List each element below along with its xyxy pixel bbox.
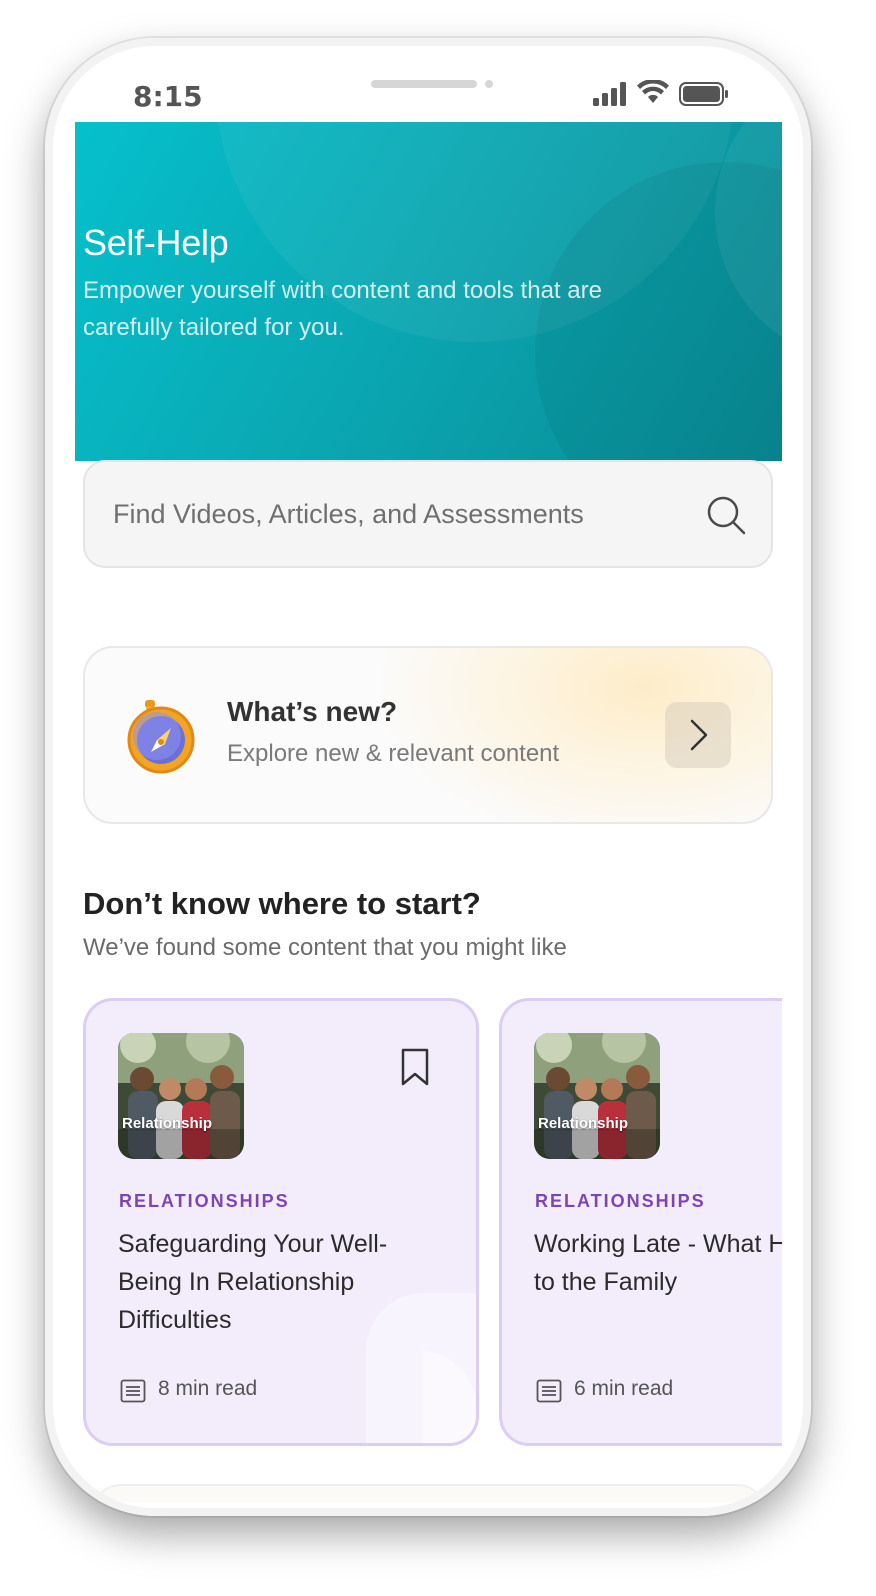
thumbnail-label: Relationship [122, 1115, 213, 1132]
bookmark-icon[interactable] [400, 1047, 430, 1087]
hero-banner: Self-Help Empower yourself with content … [75, 122, 782, 461]
card-thumbnail: Relationship [118, 1033, 244, 1159]
whats-new-card[interactable]: What’s new? Explore new & relevant conte… [83, 646, 773, 824]
speaker-notch [371, 80, 477, 88]
search-icon[interactable] [705, 494, 747, 536]
article-icon [120, 1379, 146, 1403]
whats-new-title: What’s new? [227, 696, 398, 727]
card-title: Safeguarding Your Well-Being In Relation… [118, 1230, 388, 1334]
search-input[interactable] [113, 492, 693, 536]
card-title: Working Late - What Happens to the Famil… [534, 1230, 782, 1296]
card-category: RELATIONSHIPS [119, 1191, 290, 1211]
camera-dot [485, 80, 493, 88]
content-card[interactable]: Relationship RELATIONSHIPS Working Late … [499, 998, 782, 1446]
article-icon [536, 1379, 562, 1403]
next-section-card[interactable] [91, 1484, 767, 1502]
read-time-text: 6 min read [574, 1377, 674, 1400]
signal-icon [593, 82, 626, 106]
card-thumbnail: Relationship [534, 1033, 660, 1159]
whats-new-subtitle: Explore new & relevant content [227, 740, 560, 767]
status-time: 8:15 [133, 80, 203, 113]
status-bar: 8:15 [45, 38, 811, 122]
compass-icon [127, 700, 195, 774]
chevron-right-icon [690, 719, 708, 751]
section-title: Don’t know where to start? [83, 886, 481, 921]
read-time-text: 8 min read [158, 1377, 258, 1400]
whats-new-open-button[interactable] [665, 702, 731, 768]
page-subtitle: Empower yourself with content and tools … [83, 277, 602, 341]
content-card[interactable]: Relationship RELATIONSHIPS Safeguarding … [83, 998, 479, 1446]
section-subtitle: We’ve found some content that you might … [83, 934, 567, 961]
app-screen: Self-Help Empower yourself with content … [75, 122, 782, 1502]
search-bar[interactable] [83, 460, 773, 568]
phone-frame: 8:15 Self-Help Empower yourself with con… [45, 38, 811, 1516]
card-category: RELATIONSHIPS [535, 1191, 706, 1211]
wifi-icon [637, 80, 669, 103]
battery-icon [679, 82, 728, 106]
page-title: Self-Help [83, 222, 229, 263]
thumbnail-label: Relationship [538, 1115, 629, 1132]
